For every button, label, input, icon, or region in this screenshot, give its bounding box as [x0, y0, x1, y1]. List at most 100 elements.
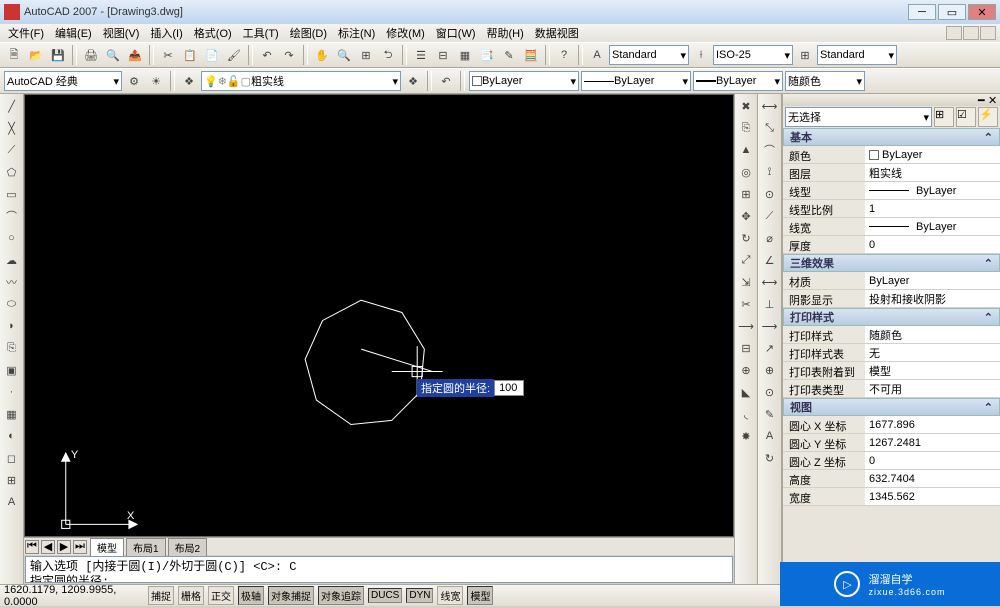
menu-tools[interactable]: 工具(T) — [239, 25, 283, 41]
join-icon[interactable]: ⊕ — [736, 360, 756, 380]
preview-icon[interactable]: 🔍 — [103, 45, 123, 65]
textstyle-icon[interactable]: A — [587, 45, 607, 65]
drawing-canvas[interactable]: Y X 指定圆的半径: 100 — [24, 94, 734, 537]
move-icon[interactable]: ✥ — [736, 206, 756, 226]
revcloud-icon[interactable]: ☁ — [2, 250, 22, 270]
prop-row[interactable]: 打印表附着到模型 — [783, 362, 1000, 380]
rotate-icon[interactable]: ↻ — [736, 228, 756, 248]
lineweight-combo[interactable]: ByLayer▾ — [693, 71, 783, 91]
workspace-combo[interactable]: AutoCAD 经典▾ — [4, 71, 122, 91]
prop-value[interactable]: 投射和接收阴影 — [865, 290, 1000, 307]
prop-value[interactable]: 632.7404 — [865, 470, 1000, 487]
prop-value[interactable]: 粗实线 — [865, 164, 1000, 181]
tolerance-icon[interactable]: ⊕ — [760, 360, 780, 380]
menu-help[interactable]: 帮助(H) — [483, 25, 528, 41]
menu-dimension[interactable]: 标注(N) — [334, 25, 379, 41]
prop-value[interactable]: 0 — [865, 236, 1000, 253]
menu-window[interactable]: 窗口(W) — [432, 25, 480, 41]
section-3d-header[interactable]: 三维效果⌃ — [783, 254, 1000, 272]
dimcenter-icon[interactable]: ⊙ — [760, 382, 780, 402]
snap-button[interactable]: 捕捉 — [148, 586, 174, 605]
ortho-button[interactable]: 正交 — [208, 586, 234, 605]
tab-model[interactable]: 模型 — [90, 538, 124, 556]
dimbaseline-icon[interactable]: ⊥ — [760, 294, 780, 314]
menu-view[interactable]: 视图(V) — [99, 25, 144, 41]
prop-row[interactable]: 阴影显示投射和接收阴影 — [783, 290, 1000, 308]
dimaligned-icon[interactable]: ⤡ — [760, 118, 780, 138]
extend-icon[interactable]: ⟶ — [736, 316, 756, 336]
polar-button[interactable]: 极轴 — [238, 586, 264, 605]
prop-row[interactable]: 打印样式表无 — [783, 344, 1000, 362]
ellipsearc-icon[interactable]: ◗ — [2, 316, 22, 336]
workspace-settings-icon[interactable]: ⚙ — [124, 71, 144, 91]
prop-value[interactable]: 模型 — [865, 362, 1000, 379]
tab-last-icon[interactable]: ⏭ — [73, 540, 87, 554]
menu-dataview[interactable]: 数据视图 — [531, 25, 583, 41]
help-icon[interactable]: ? — [554, 45, 574, 65]
prop-row[interactable]: 打印样式随颜色 — [783, 326, 1000, 344]
prop-row[interactable]: 圆心 Y 坐标1267.2481 — [783, 434, 1000, 452]
layerprev-icon[interactable]: ↶ — [436, 71, 456, 91]
fillet-icon[interactable]: ◟ — [736, 404, 756, 424]
close-button[interactable]: ✕ — [968, 4, 996, 20]
block-icon[interactable]: ▣ — [2, 360, 22, 380]
prop-row[interactable]: 线型比例1 — [783, 200, 1000, 218]
rectangle-icon[interactable]: ▭ — [2, 184, 22, 204]
section-print-header[interactable]: 打印样式⌃ — [783, 308, 1000, 326]
gradient-icon[interactable]: ◐ — [2, 426, 22, 446]
prop-value[interactable]: 1345.562 — [865, 488, 1000, 505]
line-icon[interactable]: ╱ — [2, 96, 22, 116]
polygon-icon[interactable]: ⬠ — [2, 162, 22, 182]
new-icon[interactable]: 🗎 — [4, 45, 24, 65]
zoom-win-icon[interactable]: ⊞ — [356, 45, 376, 65]
prop-row[interactable]: 颜色ByLayer — [783, 146, 1000, 164]
prop-row[interactable]: 圆心 Z 坐标0 — [783, 452, 1000, 470]
layerprops-icon[interactable]: ❖ — [179, 71, 199, 91]
hatch-icon[interactable]: ▦ — [2, 404, 22, 424]
prop-value[interactable]: 1 — [865, 200, 1000, 217]
dimstyle-icon[interactable]: ⟊ — [691, 45, 711, 65]
dimlinear-icon[interactable]: ⟷ — [760, 96, 780, 116]
cut-icon[interactable]: ✂ — [158, 45, 178, 65]
prop-value[interactable]: 1267.2481 — [865, 434, 1000, 451]
menu-file[interactable]: 文件(F) — [4, 25, 48, 41]
offset-icon[interactable]: ◎ — [736, 162, 756, 182]
prop-value[interactable]: 0 — [865, 452, 1000, 469]
tab-first-icon[interactable]: ⏮ — [25, 540, 39, 554]
tablestyle-combo[interactable]: Standard▾ — [817, 45, 897, 65]
break-icon[interactable]: ⊟ — [736, 338, 756, 358]
layer-combo[interactable]: 💡❄🔓▢ 粗实线▾ — [201, 71, 401, 91]
xline-icon[interactable]: ╳ — [2, 118, 22, 138]
tab-layout1[interactable]: 布局1 — [126, 538, 166, 556]
section-basic-header[interactable]: 基本⌃ — [783, 128, 1000, 146]
paste-icon[interactable]: 📄 — [202, 45, 222, 65]
insert-icon[interactable]: ⎘ — [2, 338, 22, 358]
qleader-icon[interactable]: ↗ — [760, 338, 780, 358]
designcenter-icon[interactable]: ⊟ — [433, 45, 453, 65]
zoom-prev-icon[interactable]: ⮌ — [378, 45, 398, 65]
prop-row[interactable]: 高度632.7404 — [783, 470, 1000, 488]
mdi-restore[interactable] — [963, 26, 979, 40]
erase-icon[interactable]: ✖ — [736, 96, 756, 116]
prop-row[interactable]: 圆心 X 坐标1677.896 — [783, 416, 1000, 434]
otrack-button[interactable]: 对象追踪 — [318, 586, 364, 605]
mirror-icon[interactable]: ▲ — [736, 140, 756, 160]
panel-close-icon[interactable]: ✕ — [988, 94, 998, 104]
tab-next-icon[interactable]: ▶ — [57, 540, 71, 554]
dimdiameter-icon[interactable]: ⌀ — [760, 228, 780, 248]
spline-icon[interactable]: 〰 — [2, 272, 22, 292]
prop-value[interactable]: 1677.896 — [865, 416, 1000, 433]
dimarc-icon[interactable]: ⌒ — [760, 140, 780, 160]
circle-icon[interactable]: ○ — [2, 228, 22, 248]
prop-row[interactable]: 材质ByLayer — [783, 272, 1000, 290]
mdi-close[interactable] — [980, 26, 996, 40]
pline-icon[interactable]: ⟋ — [2, 140, 22, 160]
ellipse-icon[interactable]: ⬭ — [2, 294, 22, 314]
mdi-minimize[interactable] — [946, 26, 962, 40]
properties-icon[interactable]: ☰ — [411, 45, 431, 65]
selection-combo[interactable]: 无选择▾ — [785, 107, 932, 127]
dimordinate-icon[interactable]: ⟟ — [760, 162, 780, 182]
menu-format[interactable]: 格式(O) — [190, 25, 236, 41]
dimjogged-icon[interactable]: ⟋ — [760, 206, 780, 226]
ducs-button[interactable]: DUCS — [368, 588, 402, 603]
